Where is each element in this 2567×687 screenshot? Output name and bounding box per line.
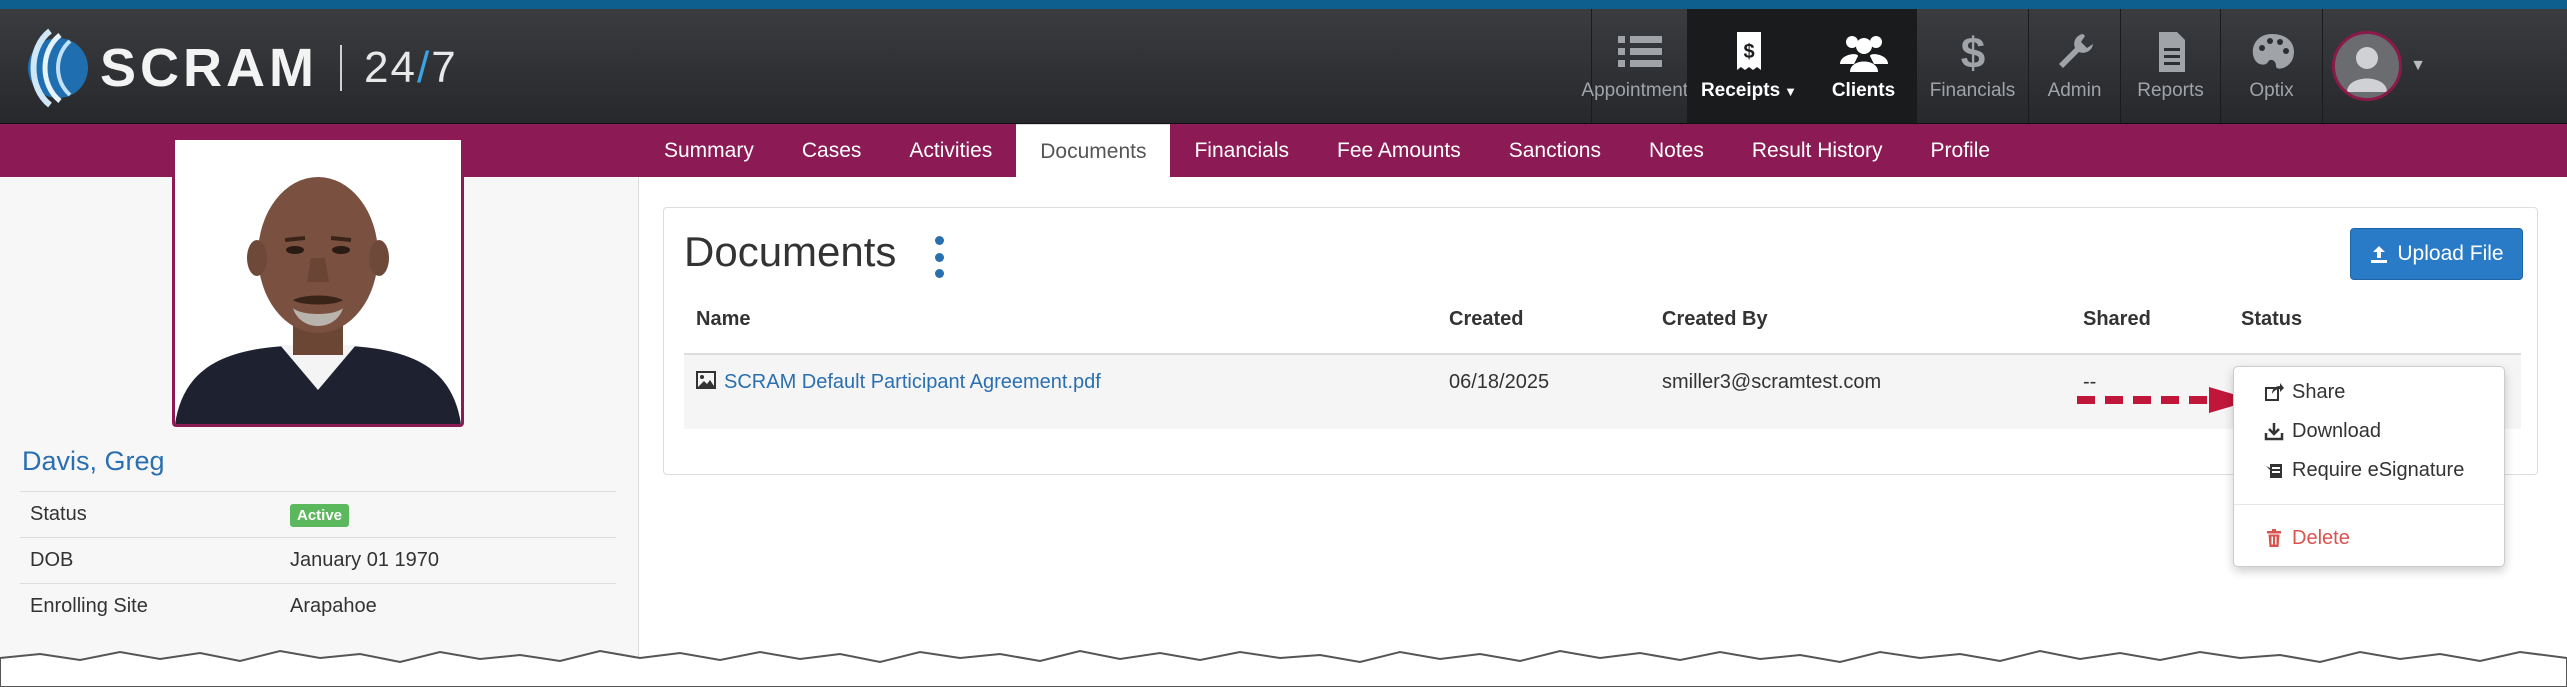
wrench-icon <box>2058 34 2093 68</box>
client-name: Davis, Greg <box>22 446 165 476</box>
upload-file-label: Upload File <box>2397 242 2504 265</box>
tab-notes[interactable]: Notes <box>1625 124 1728 177</box>
nav-appointments[interactable]: Appointments <box>1581 9 1698 123</box>
image-file-icon <box>696 371 716 389</box>
created-by-cell: smiller3@scramtest.com <box>1662 371 1882 393</box>
svg-text:$: $ <box>1960 30 1984 74</box>
info-label: Status <box>20 491 280 538</box>
brand-suffix: 24/7 <box>364 43 458 93</box>
red-dashed-arrow <box>2077 387 2253 413</box>
tab-sanctions[interactable]: Sanctions <box>1485 124 1625 177</box>
menu-item-delete[interactable]: Delete <box>2264 520 2350 556</box>
tab-profile[interactable]: Profile <box>1907 124 2015 177</box>
info-value: Arapahoe <box>280 583 616 629</box>
user-silhouette-icon <box>2347 47 2388 92</box>
menu-item-label: Share <box>2292 380 2346 403</box>
column-header-created[interactable]: Created <box>1449 308 1523 353</box>
status-badge: Active <box>290 504 350 527</box>
user-menu[interactable]: ▼ <box>2322 9 2435 123</box>
scram-swirl-icon <box>28 28 88 108</box>
info-row-status: Status Active <box>20 491 616 538</box>
chevron-down-icon: ▼ <box>2410 57 2426 74</box>
info-row-dob: DOB January 01 1970 <box>20 537 616 584</box>
column-header-shared[interactable]: Shared <box>2083 308 2151 353</box>
created-cell: 06/18/2025 <box>1449 371 1550 393</box>
nav-optix-label: Optix <box>2249 80 2294 101</box>
document-link[interactable]: SCRAM Default Participant Agreement.pdf <box>724 371 1101 394</box>
nav-reports[interactable]: Reports <box>2120 9 2220 123</box>
top-accent-line <box>0 0 2567 9</box>
nav-clients[interactable]: Clients <box>1810 9 1916 123</box>
download-icon <box>2264 423 2284 441</box>
documents-table-header: Name Created Created By Shared Status <box>684 308 2521 355</box>
nav-financials-label: Financials <box>1929 80 2016 101</box>
top-navbar: SCRAM 24/7 Appointments $ Receipts ▼ Cli… <box>0 9 2567 124</box>
tab-summary[interactable]: Summary <box>640 124 778 177</box>
document-icon <box>2158 32 2185 72</box>
nav-receipts[interactable]: $ Receipts ▼ <box>1687 9 1810 123</box>
tab-activities[interactable]: Activities <box>885 124 1016 177</box>
main-nav: Appointments $ Receipts ▼ Clients $ Finan <box>1581 9 2435 123</box>
upload-icon <box>2371 246 2388 263</box>
receipt-dollar-icon: $ <box>1737 32 1761 70</box>
logo-separator <box>340 45 342 91</box>
menu-item-label: Require eSignature <box>2292 458 2465 481</box>
column-header-status[interactable]: Status <box>2241 308 2302 353</box>
trash-icon <box>2267 529 2281 547</box>
brand-suffix-a: 24 <box>364 43 417 92</box>
document-name-cell: SCRAM Default Participant Agreement.pdf <box>696 355 1101 394</box>
torn-edge-decoration <box>0 649 2567 687</box>
nav-admin-label: Admin <box>2047 80 2102 101</box>
info-value: Active <box>280 491 616 538</box>
menu-item-download[interactable]: Download <box>2264 413 2381 449</box>
chevron-down-icon: ▼ <box>1784 84 1798 99</box>
tab-result-history[interactable]: Result History <box>1728 124 1907 177</box>
nav-receipts-label: Receipts <box>1700 80 1781 101</box>
menu-item-require-esignature[interactable]: Require eSignature <box>2264 452 2464 488</box>
svg-text:$: $ <box>1743 41 1754 63</box>
column-header-created-by[interactable]: Created By <box>1662 308 1768 353</box>
tab-cases[interactable]: Cases <box>778 124 886 177</box>
info-row-enrolling-site: Enrolling Site Arapahoe <box>20 583 616 629</box>
menu-item-share[interactable]: Share <box>2264 374 2345 410</box>
brand-name: SCRAM <box>100 38 318 98</box>
client-photo <box>172 137 464 427</box>
tab-documents[interactable]: Documents <box>1016 124 1171 178</box>
menu-item-label: Download <box>2292 419 2381 442</box>
menu-item-label: Delete <box>2292 526 2350 549</box>
info-value: January 01 1970 <box>280 537 616 584</box>
palette-icon <box>2252 34 2294 69</box>
client-info-table: Status Active DOB January 01 1970 Enroll… <box>20 491 616 629</box>
more-options-kebab-icon[interactable] <box>932 236 946 278</box>
list-icon <box>1617 36 1662 67</box>
nav-reports-label: Reports <box>2137 80 2204 101</box>
nav-appointments-label: Appointments <box>1581 80 1698 101</box>
document-actions-menu: Share Download Require eSignature Delete <box>2233 366 2505 567</box>
nav-admin[interactable]: Admin <box>2028 9 2120 123</box>
tab-fee-amounts[interactable]: Fee Amounts <box>1313 124 1485 177</box>
menu-divider <box>2234 504 2504 505</box>
users-icon <box>1839 36 1888 72</box>
nav-financials[interactable]: $ Financials <box>1916 9 2028 123</box>
info-label: Enrolling Site <box>20 583 280 629</box>
page-title: Documents <box>684 228 897 275</box>
tab-financials[interactable]: Financials <box>1170 124 1313 177</box>
brand-suffix-slash: / <box>416 43 432 92</box>
upload-file-button[interactable]: Upload File <box>2350 228 2523 280</box>
client-tabs: Summary Cases Activities Documents Finan… <box>640 124 2015 178</box>
nav-optix[interactable]: Optix <box>2220 9 2322 123</box>
avatar <box>2332 31 2403 101</box>
nav-clients-label: Clients <box>1831 80 1896 101</box>
dollar-icon: $ <box>1960 30 1984 74</box>
client-portrait-image <box>175 140 461 424</box>
scram-logo[interactable]: SCRAM 24/7 <box>20 23 458 113</box>
share-icon <box>2265 383 2284 401</box>
esignature-icon <box>2266 464 2282 478</box>
brand-suffix-b: 7 <box>431 43 458 92</box>
column-header-name[interactable]: Name <box>696 308 750 353</box>
info-label: DOB <box>20 537 280 584</box>
